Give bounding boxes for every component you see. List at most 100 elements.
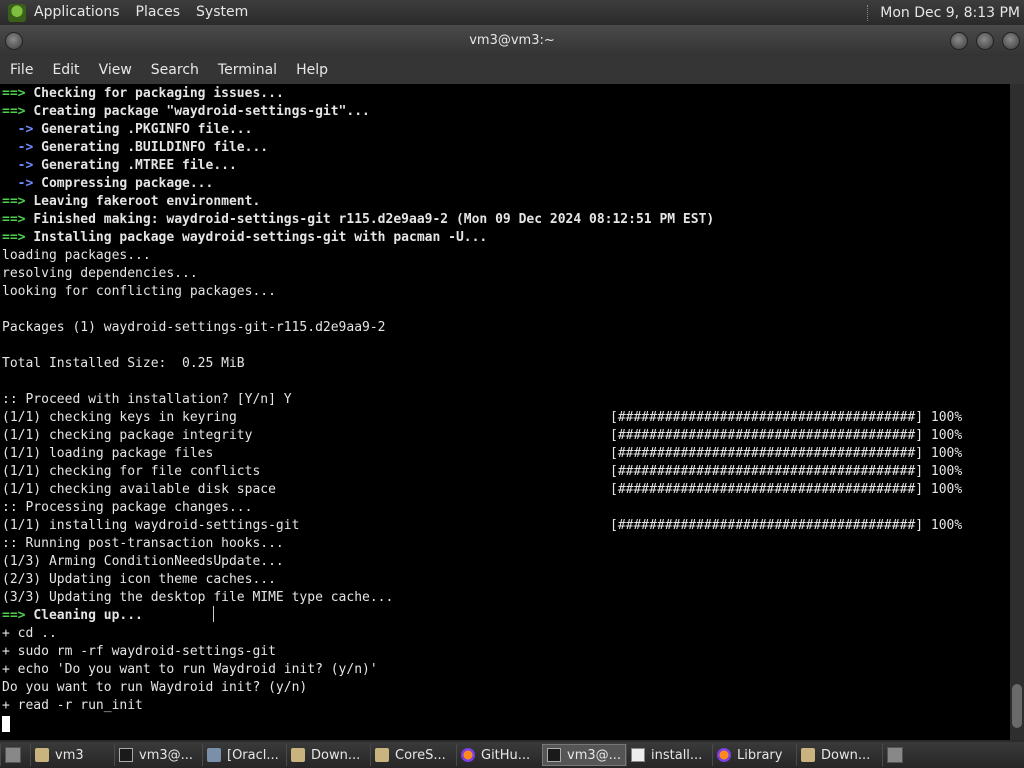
taskbar-downloads-1[interactable]: Down... — [286, 744, 370, 766]
taskbar-install[interactable]: install... — [626, 744, 712, 766]
terminal-text: -> — [2, 176, 42, 191]
terminal-text: + read -r run_init — [2, 698, 143, 713]
panel-menu-applications[interactable]: Applications — [26, 0, 128, 25]
terminal-text: looking for conflicting packages... — [2, 284, 276, 299]
terminal-text: Installing package waydroid-settings-git… — [33, 230, 488, 245]
taskbar-terminal-active[interactable]: vm3@... — [542, 744, 626, 766]
terminal-line: -> Generating .MTREE file... — [2, 157, 237, 175]
terminal-text: (1/1) checking keys in keyring — [2, 410, 237, 425]
progress-bar-text: [######################################]… — [610, 410, 963, 425]
terminal-line: Do you want to run Waydroid init? (y/n) — [2, 679, 307, 697]
terminal-line: ==> Leaving fakeroot environment. — [2, 193, 260, 211]
taskbar-downloads-2[interactable]: Down... — [796, 744, 882, 766]
terminal-text: Do you want to run Waydroid init? (y/n) — [2, 680, 308, 695]
taskbar-library[interactable]: Library — [712, 744, 796, 766]
show-desktop-icon — [5, 747, 21, 763]
menu-help[interactable]: Help — [286, 56, 337, 84]
terminal-menubar: File Edit View Search Terminal Help — [0, 56, 1024, 84]
terminal-cursor — [2, 716, 10, 732]
terminal-line: (1/1) checking available disk space — [2, 481, 276, 499]
taskbar-vm3-folder[interactable]: vm3 — [30, 744, 114, 766]
virtualbox-icon — [207, 748, 221, 762]
terminal-text: (2/3) Updating icon theme caches... — [2, 572, 276, 587]
taskbar-label: install... — [651, 747, 703, 763]
folder-icon — [291, 748, 305, 762]
panel-menu-places[interactable]: Places — [128, 0, 189, 25]
terminal-text: (3/3) Updating the desktop file MIME typ… — [2, 590, 394, 605]
terminal-text: Compressing package... — [41, 176, 214, 191]
terminal-line: (2/3) Updating icon theme caches... — [2, 571, 276, 589]
terminal-text: (1/1) checking available disk space — [2, 482, 276, 497]
terminal-text: Leaving fakeroot environment. — [33, 194, 261, 209]
terminal-icon — [547, 748, 561, 762]
terminal-line: :: Processing package changes... — [2, 499, 252, 517]
terminal-line: ==> Cleaning up... — [2, 607, 143, 625]
maximize-button[interactable] — [976, 32, 994, 50]
progress-bar-text: [######################################]… — [610, 482, 963, 497]
terminal-line: ==> Finished making: waydroid-settings-g… — [2, 211, 714, 229]
terminal-text: ==> — [2, 86, 34, 101]
terminal-line: ==> Creating package "waydroid-settings-… — [2, 103, 370, 121]
panel-right: Mon Dec 9, 8:13 PM — [867, 0, 1024, 25]
terminal-text: :: Running post-transaction hooks... — [2, 536, 284, 551]
show-desktop-button[interactable] — [0, 744, 30, 766]
distro-logo-icon[interactable] — [8, 3, 26, 22]
taskbar-label: vm3@... — [139, 747, 194, 763]
terminal-text: Generating .MTREE file... — [41, 158, 237, 173]
workspace-switcher[interactable] — [882, 744, 922, 766]
mouse-ibeam-cursor — [213, 606, 220, 622]
taskbar-oracle[interactable]: [Oracl... — [202, 744, 286, 766]
menu-edit[interactable]: Edit — [42, 56, 88, 84]
terminal-line: (1/3) Arming ConditionNeedsUpdate... — [2, 553, 284, 571]
terminal-line: (3/3) Updating the desktop file MIME typ… — [2, 589, 393, 607]
close-button[interactable] — [1002, 32, 1020, 50]
terminal-text: -> — [2, 140, 42, 155]
terminal-line: (1/1) loading package files — [2, 445, 213, 463]
taskbar-github[interactable]: GitHu... — [456, 744, 542, 766]
terminal-text: Finished making: waydroid-settings-git r… — [33, 212, 715, 227]
terminal-text: (1/1) installing waydroid-settings-git — [2, 518, 300, 533]
progress-bar-text: [######################################]… — [610, 464, 963, 479]
menu-terminal[interactable]: Terminal — [208, 56, 286, 84]
terminal-line: :: Proceed with installation? [Y/n] Y — [2, 391, 292, 409]
menu-file[interactable]: File — [0, 56, 42, 84]
terminal-line: (1/1) checking package integrity — [2, 427, 252, 445]
taskbar-terminal-1[interactable]: vm3@... — [114, 744, 202, 766]
terminal-line: (1/1) checking keys in keyring — [2, 409, 237, 427]
terminal-scrollbar[interactable] — [1010, 84, 1024, 740]
terminal-text: -> — [2, 158, 42, 173]
folder-icon — [801, 748, 815, 762]
terminal-text: :: Proceed with installation? [Y/n] Y — [2, 392, 292, 407]
terminal-text: loading packages... — [2, 248, 151, 263]
window-title: vm3@vm3:~ — [469, 33, 555, 48]
progress-bar-text: [######################################]… — [610, 428, 963, 443]
terminal-line: loading packages... — [2, 247, 151, 265]
terminal-text: Cleaning up... — [33, 608, 143, 623]
menu-view[interactable]: View — [89, 56, 141, 84]
terminal-text: (1/1) loading package files — [2, 446, 214, 461]
window-titlebar[interactable]: vm3@vm3:~ — [0, 25, 1024, 56]
terminal-line: + echo 'Do you want to run Waydroid init… — [2, 661, 378, 679]
terminal-text: Generating .BUILDINFO file... — [41, 140, 269, 155]
terminal-text: ==> — [2, 104, 34, 119]
scrollbar-thumb[interactable] — [1012, 684, 1022, 728]
terminal-text: Total Installed Size: 0.25 MiB — [2, 356, 245, 371]
taskbar-cores[interactable]: CoreS... — [370, 744, 456, 766]
panel-clock[interactable]: Mon Dec 9, 8:13 PM — [880, 5, 1024, 21]
taskbar-label: vm3@... — [567, 747, 622, 763]
firefox-icon — [717, 748, 731, 762]
terminal-icon — [119, 748, 133, 762]
minimize-button[interactable] — [950, 32, 968, 50]
terminal-line: looking for conflicting packages... — [2, 283, 276, 301]
taskbar-label: GitHu... — [481, 747, 531, 763]
terminal-text: + cd .. — [2, 626, 57, 641]
firefox-icon — [461, 748, 475, 762]
panel-menu-system[interactable]: System — [188, 0, 256, 25]
terminal-line: Total Installed Size: 0.25 MiB — [2, 355, 245, 373]
taskbar-label: vm3 — [55, 747, 84, 763]
menu-search[interactable]: Search — [141, 56, 208, 84]
terminal-text: (1/1) checking for file conflicts — [2, 464, 261, 479]
terminal-line: ==> Checking for packaging issues... — [2, 85, 284, 103]
terminal-output[interactable]: ==> Checking for packaging issues... ==> … — [0, 84, 1010, 740]
progress-bar-text: [######################################]… — [610, 446, 963, 461]
